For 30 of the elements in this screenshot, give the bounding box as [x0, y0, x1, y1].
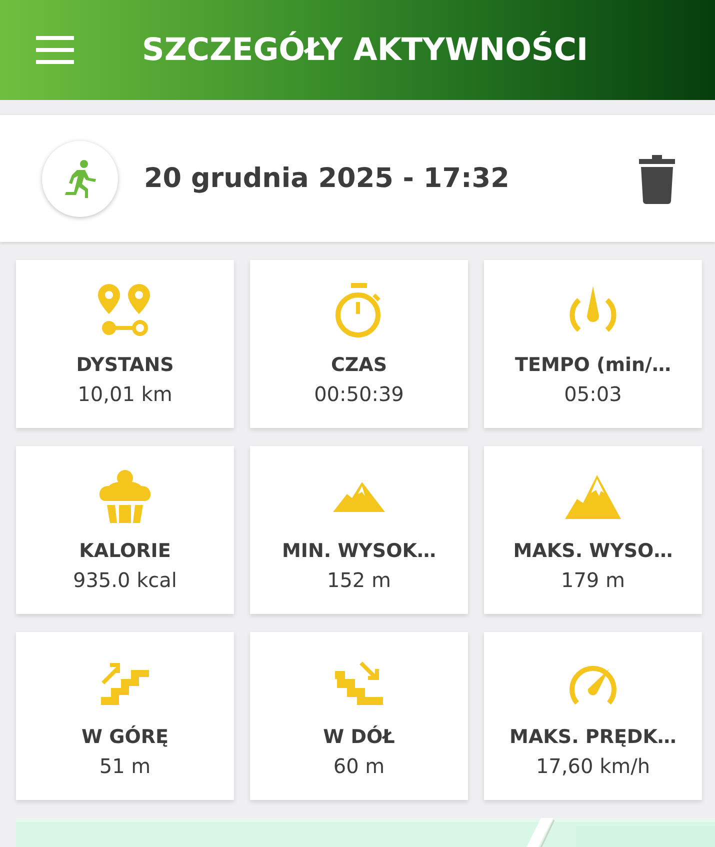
menu-button[interactable] [36, 36, 74, 64]
stat-value: 05:03 [564, 382, 622, 406]
stat-label: CZAS [330, 354, 388, 376]
stat-value: 152 m [326, 568, 391, 592]
stat-label: MIN. WYSOK… [282, 540, 436, 562]
stat-value: 17,60 km/h [536, 754, 650, 778]
stat-label: DYSTANS [76, 354, 174, 376]
stat-label: KALORIE [79, 540, 171, 562]
mountain-icon [333, 482, 385, 512]
trash-icon [639, 154, 675, 204]
stat-label: W GÓRĘ [82, 726, 168, 748]
stat-label: W DÓŁ [323, 726, 395, 748]
cupcake-icon [97, 469, 153, 525]
stairs-down-icon [335, 661, 383, 705]
stairs-up-icon [101, 661, 149, 705]
mountain-icon [565, 475, 621, 519]
stat-value: 179 m [560, 568, 625, 592]
stat-value: 935.0 kcal [72, 568, 177, 592]
activity-date: 20 grudnia 2025 - 17:32 [144, 163, 510, 194]
running-figure-icon [63, 160, 97, 198]
stat-value: 00:50:39 [314, 382, 404, 406]
route-pin-icon [97, 284, 153, 338]
screen-title: SZCZEGÓŁY AKTYWNOŚCI [142, 32, 588, 68]
delete-button[interactable] [639, 154, 675, 204]
stat-label: MAKS. PRĘDK… [510, 726, 676, 748]
stat-label: MAKS. WYSO… [513, 540, 673, 562]
stat-value: 60 m [333, 754, 385, 778]
stat-value: 51 m [99, 754, 151, 778]
stat-value: 10,01 km [78, 382, 172, 406]
stat-label: TEMPO (min/… [515, 354, 671, 376]
